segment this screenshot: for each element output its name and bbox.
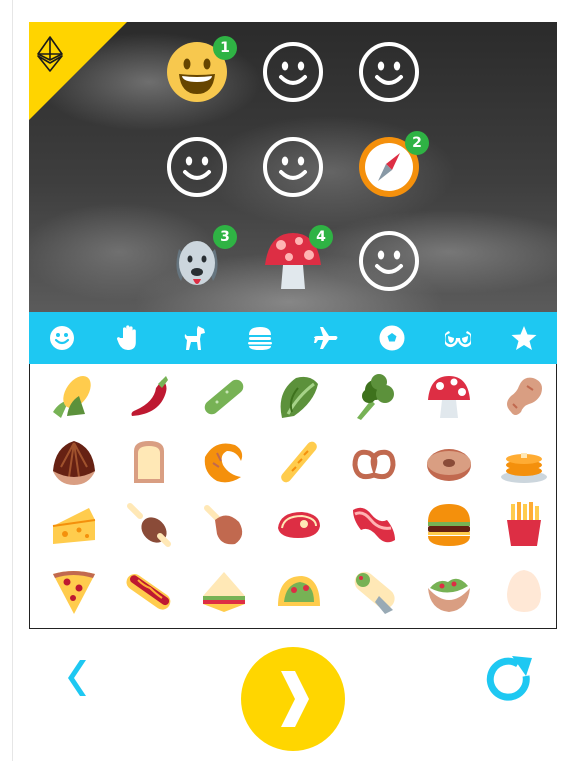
food-meat-on-bone-emoji[interactable] [119,497,179,553]
slot-1-grinning-face-emoji[interactable]: 1 [165,36,237,104]
food-croissant-emoji[interactable] [194,434,254,490]
food-corn-emoji[interactable] [44,369,104,425]
ethereum-icon [37,36,63,72]
category-objects-tab[interactable] [438,318,478,358]
dog-icon [184,326,205,350]
refresh-icon [486,656,532,701]
food-bagel-emoji[interactable] [419,434,479,490]
slot-5-empty-smiley-icon[interactable] [261,135,325,199]
food-fries-emoji[interactable] [494,497,554,553]
back-button[interactable] [56,650,100,706]
emoji-picker-grid [29,364,557,629]
slot-3-empty-smiley-icon[interactable] [357,40,421,104]
next-button[interactable] [241,647,345,751]
hand-icon [116,325,136,350]
category-travel-tab[interactable] [306,318,346,358]
food-poultry-leg-emoji[interactable] [194,497,254,553]
slot-number-badge: 2 [405,131,429,155]
slot-2-empty-smiley-icon[interactable] [261,40,325,104]
food-burrito-emoji[interactable] [344,563,404,619]
food-hamburger-emoji[interactable] [419,497,479,553]
food-cheese-emoji[interactable] [44,497,104,553]
food-pretzel-emoji[interactable] [344,434,404,490]
food-bread-emoji[interactable] [119,434,179,490]
food-baguette-emoji[interactable] [269,434,329,490]
chevron-left-icon [68,660,86,696]
burger-icon [248,327,272,350]
food-hotdog-emoji[interactable] [119,563,179,619]
food-steak-emoji[interactable] [269,497,329,553]
slot-number-badge: 1 [213,36,237,60]
category-activities-tab[interactable] [372,318,412,358]
food-pizza-emoji[interactable] [44,563,104,619]
emoji-category-bar [29,312,557,364]
slot-9-empty-smiley-icon[interactable] [357,229,421,293]
smileys-icon [50,326,74,350]
slot-number-badge: 3 [213,225,237,249]
emoji-selection-panel: 1 2 3 4 [29,22,557,312]
food-peanut-emoji[interactable] [494,369,554,425]
slot-7-dog-face-emoji[interactable]: 3 [165,225,237,293]
food-egg-emoji[interactable] [494,563,554,619]
slot-6-compass-emoji[interactable]: 2 [357,131,429,199]
food-pancakes-emoji[interactable] [494,434,554,490]
slot-8-mushroom-emoji[interactable]: 4 [261,225,333,293]
food-mushroom-emoji[interactable] [419,369,479,425]
food-lettuce-emoji[interactable] [269,369,329,425]
category-hand-tab[interactable] [108,318,148,358]
airplane-icon [314,327,338,349]
food-taco-emoji[interactable] [269,563,329,619]
food-cucumber-emoji[interactable] [194,369,254,425]
category-smileys-tab[interactable] [42,318,82,358]
food-hot-pepper-emoji[interactable] [119,369,179,425]
food-broccoli-emoji[interactable] [344,369,404,425]
food-chestnut-emoji[interactable] [44,434,104,490]
slot-4-empty-smiley-icon[interactable] [165,135,229,199]
category-food-tab[interactable] [240,318,280,358]
slot-number-badge: 4 [309,225,333,249]
category-symbols-tab[interactable] [504,318,544,358]
star-icon [511,326,537,350]
page-divider [12,0,13,761]
soccer-ball-icon [379,325,405,351]
glasses-icon [445,331,471,348]
chevron-right-icon [281,671,309,727]
category-animals-tab[interactable] [174,318,214,358]
food-stuffed-flatbread-emoji[interactable] [419,563,479,619]
refresh-button[interactable] [480,652,540,708]
food-sandwich-emoji[interactable] [194,563,254,619]
food-bacon-emoji[interactable] [344,497,404,553]
